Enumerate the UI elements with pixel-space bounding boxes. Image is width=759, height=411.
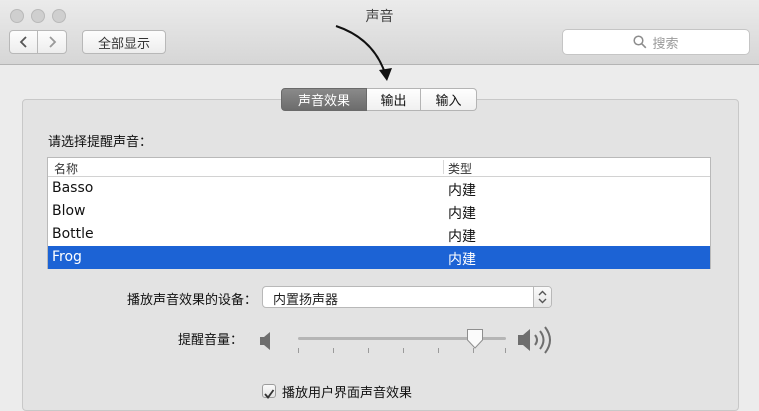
table-header: 名称 类型 — [48, 158, 710, 177]
slider-tick — [368, 348, 369, 353]
sound-type: 内建 — [448, 183, 476, 199]
slider-tick — [298, 348, 299, 353]
sound-name: Basso — [52, 180, 94, 196]
column-divider — [443, 160, 444, 174]
table-row[interactable]: Bottle 内建 — [48, 223, 710, 246]
table-row[interactable]: Basso 内建 — [48, 177, 710, 200]
forward-button[interactable] — [37, 30, 67, 54]
chevron-left-icon — [19, 36, 27, 48]
alert-volume-label: 提醒音量： — [177, 333, 243, 348]
volume-slider-thumb[interactable] — [466, 328, 484, 350]
output-device-select[interactable]: 内置扬声器 — [262, 286, 552, 308]
annotation-arrow-icon — [335, 25, 392, 81]
sound-name: Frog — [52, 249, 82, 265]
ui-sounds-label: 播放用户界面声音效果 — [282, 386, 413, 401]
sound-type: 内建 — [448, 252, 476, 268]
output-device-value: 内置扬声器 — [273, 293, 339, 308]
sound-name: Blow — [52, 203, 86, 219]
ui-sounds-checkbox[interactable] — [262, 384, 276, 399]
tab-input[interactable]: 输入 — [421, 88, 477, 111]
sound-type: 内建 — [448, 229, 476, 245]
sound-name: Bottle — [52, 226, 94, 242]
search-icon — [633, 35, 647, 49]
segmented-tabs: 声音效果 输出 输入 — [281, 88, 477, 111]
slider-tick — [505, 348, 506, 353]
search-field[interactable]: 搜索 — [562, 29, 750, 55]
column-header-name[interactable]: 名称 — [54, 160, 78, 177]
show-all-button[interactable]: 全部显示 — [82, 30, 166, 54]
search-placeholder: 搜索 — [652, 36, 679, 52]
tab-output[interactable]: 输出 — [367, 88, 421, 111]
alert-sound-table: 名称 类型 Basso 内建 Blow 内建 Bottle 内建 Frog 内建 — [47, 157, 711, 269]
sound-type: 内建 — [448, 206, 476, 222]
checkmark-icon — [264, 389, 275, 399]
chevron-right-icon — [49, 36, 57, 48]
table-row-selected[interactable]: Frog 内建 — [48, 246, 710, 269]
select-stepper[interactable] — [533, 287, 551, 307]
column-header-type[interactable]: 类型 — [448, 160, 472, 177]
speaker-high-icon — [518, 326, 551, 354]
slider-tick — [333, 348, 334, 353]
back-button[interactable] — [9, 30, 38, 54]
output-device-label: 播放声音效果的设备： — [126, 293, 257, 308]
table-row[interactable]: Blow 内建 — [48, 200, 710, 223]
up-down-chevron-icon — [538, 290, 547, 304]
alert-sound-prompt: 请选择提醒声音： — [48, 135, 153, 150]
slider-tick — [403, 348, 404, 353]
speaker-low-icon — [260, 332, 270, 350]
tab-sound-effects[interactable]: 声音效果 — [281, 88, 367, 111]
slider-tick — [438, 348, 439, 353]
